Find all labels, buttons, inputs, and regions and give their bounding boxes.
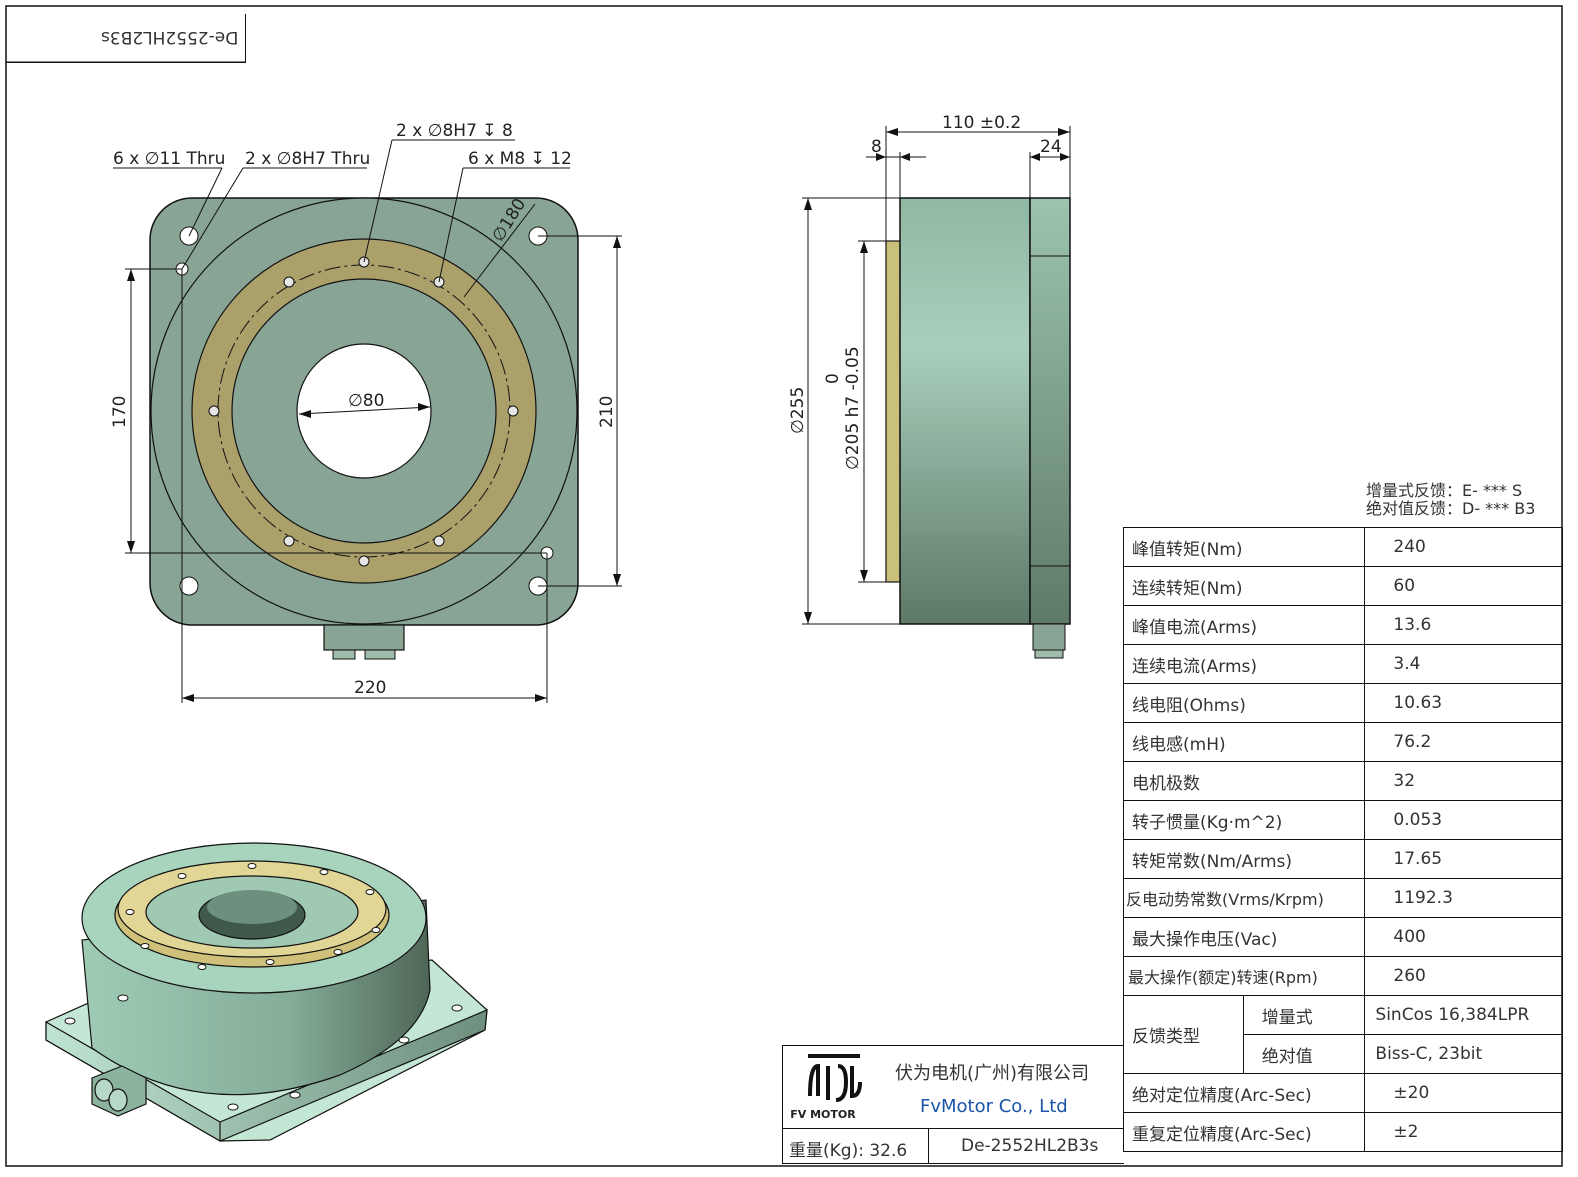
spec-value: 76.2 [1364, 722, 1563, 762]
spec-value: 240 [1364, 527, 1563, 567]
feedback-absolute-value: Biss-C, 23bit [1364, 1034, 1563, 1074]
feedback-absolute-label: 绝对值 [1242, 1034, 1366, 1074]
spec-label: 转子惯量(Kg·m^2) [1122, 800, 1366, 840]
spec-label: 重复定位精度(Arc-Sec) [1122, 1112, 1366, 1152]
dim-d255: ∅255 [788, 387, 808, 434]
spec-row: 最大操作(额定)转速(Rpm) 260 [1122, 956, 1563, 996]
feedback-type-label: 反馈类型 [1123, 995, 1244, 1074]
spec-value: 32 [1364, 761, 1563, 801]
dim-d80: ∅80 [348, 391, 384, 411]
company-name-cn: 伏为电机(广州)有限公司 [895, 1063, 1090, 1084]
spec-label: 线电感(mH) [1122, 722, 1366, 762]
spec-value: 60 [1364, 566, 1563, 606]
spec-row: 峰值转矩(Nm) 240 [1122, 527, 1563, 567]
dim-flange-8: 8 [871, 137, 882, 157]
spec-label: 绝对定位精度(Arc-Sec) [1122, 1073, 1366, 1113]
weight-label: 重量(Kg): [789, 1141, 864, 1161]
spec-value: 3.4 [1364, 644, 1563, 684]
company-name-en: FvMotor Co., Ltd [920, 1096, 1068, 1117]
spec-value: 10.63 [1364, 683, 1563, 723]
spec-label: 最大操作(额定)转速(Rpm) [1122, 956, 1366, 996]
spec-row: 最大操作电压(Vac) 400 [1122, 917, 1563, 957]
spec-value: ±20 [1364, 1073, 1563, 1113]
spec-row: 转子惯量(Kg·m^2) 0.053 [1122, 800, 1563, 840]
spec-row: 电机极数 32 [1122, 761, 1563, 801]
dim-220: 220 [354, 678, 386, 698]
spec-row: 线电感(mH) 76.2 [1122, 722, 1563, 762]
dim-length-110: 110 ±0.2 [942, 113, 1021, 133]
feedback-incremental-value: SinCos 16,384LPR [1364, 995, 1563, 1035]
spec-value: 0.053 [1364, 800, 1563, 840]
isometric-view [45, 842, 488, 1142]
spec-row: 线电阻(Ohms) 10.63 [1122, 683, 1563, 723]
spec-value: 17.65 [1364, 839, 1563, 879]
feedback-incremental-label: 增量式 [1242, 995, 1366, 1035]
spec-value: ±2 [1364, 1112, 1563, 1152]
spec-label: 连续电流(Arms) [1122, 644, 1366, 684]
feedback-type-row: 反馈类型 增量式 SinCos 16,384LPR [1123, 995, 1563, 1074]
dim-d205: ∅205 h7 -0.05 [843, 346, 863, 470]
callout-thru-holes: 6 x ∅11 Thru [113, 149, 225, 169]
spec-row: 重复定位精度(Arc-Sec) ±2 [1122, 1112, 1563, 1152]
spec-row: 连续转矩(Nm) 60 [1122, 566, 1563, 606]
dim-210: 210 [597, 396, 617, 428]
spec-row: 反电动势常数(Vrms/Krpm) 1192.3 [1122, 878, 1563, 918]
spec-row: 峰值电流(Arms) 13.6 [1122, 605, 1563, 645]
feedback-code-note: 增量式反馈：E- *** S 绝对值反馈：D- *** B3 [1366, 482, 1535, 518]
spec-label: 连续转矩(Nm) [1122, 566, 1366, 606]
spec-value: 1192.3 [1364, 878, 1563, 918]
spec-label: 电机极数 [1122, 761, 1366, 801]
spec-value: 260 [1364, 956, 1563, 996]
weight-value: 32.6 [869, 1141, 908, 1161]
spec-row: 转矩常数(Nm/Arms) 17.65 [1122, 839, 1563, 879]
dim-170: 170 [110, 396, 130, 428]
logo-text: FV MOTOR [790, 1108, 856, 1121]
spec-label: 转矩常数(Nm/Arms) [1122, 839, 1366, 879]
spec-label: 反电动势常数(Vrms/Krpm) [1122, 878, 1366, 918]
side-view: 110 ±0.2 8 24 ∅255 ∅205 h7 -0.05 0 [788, 113, 1071, 659]
spec-label: 最大操作电压(Vac) [1122, 917, 1366, 957]
callout-tapped-holes: 6 x M8 ↧ 12 [468, 149, 572, 169]
spec-table: 峰值转矩(Nm) 240 连续转矩(Nm) 60 峰值电流(Arms) 13.6 连续… [1122, 527, 1563, 1152]
spec-label: 线电阻(Ohms) [1122, 683, 1366, 723]
title-block-info-row: 重量(Kg): 32.6 De-2552HL2B3s [783, 1128, 1124, 1164]
front-view: 6 x ∅11 Thru 2 x ∅8H7 Thru 2 x ∅8H7 ↧ 8 … [110, 121, 622, 703]
spec-value: 13.6 [1364, 605, 1563, 645]
weight-field: 重量(Kg): 32.6 [789, 1136, 907, 1161]
incremental-feedback-code: 增量式反馈：E- *** S [1366, 481, 1523, 500]
model-number: De-2552HL2B3s [961, 1136, 1099, 1156]
callout-pin-holes-depth: 2 x ∅8H7 ↧ 8 [396, 121, 513, 141]
spec-value: 400 [1364, 917, 1563, 957]
spec-row: 绝对定位精度(Arc-Sec) ±20 [1122, 1073, 1563, 1113]
spec-label: 峰值转矩(Nm) [1122, 527, 1366, 567]
callout-pin-holes-thru: 2 x ∅8H7 Thru [245, 149, 370, 169]
spec-row: 连续电流(Arms) 3.4 [1122, 644, 1563, 684]
absolute-feedback-code: 绝对值反馈：D- *** B3 [1366, 499, 1536, 518]
spec-label: 峰值电流(Arms) [1122, 605, 1366, 645]
dim-cap-24: 24 [1040, 137, 1062, 157]
dim-d205-upper-tol: 0 [823, 373, 843, 384]
title-block: FV MOTOR 伏为电机(广州)有限公司 FvMotor Co., Ltd 重… [782, 1045, 1124, 1164]
